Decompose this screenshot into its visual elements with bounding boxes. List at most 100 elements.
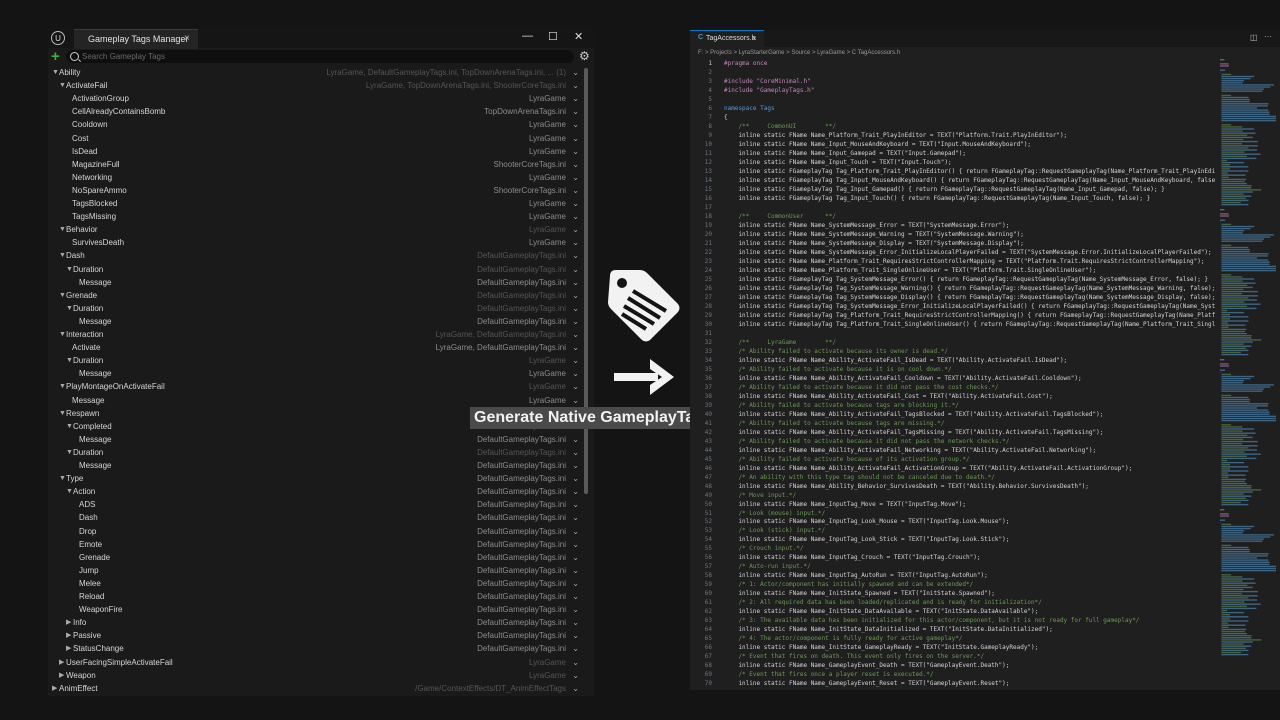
tree-row[interactable]: ▼ Duration DefaultGameplayTags.ini ⌄ <box>48 263 582 276</box>
minimap[interactable] <box>1218 59 1278 690</box>
chevron-down-icon[interactable]: ⌄ <box>572 564 579 577</box>
chevron-down-icon[interactable]: ⌄ <box>572 485 579 498</box>
tree-row[interactable]: ▼ Duration DefaultGameplayTags.ini ⌄ <box>48 302 582 315</box>
chevron-down-icon[interactable]: ⌄ <box>572 210 579 223</box>
chevron-down-icon[interactable]: ⌄ <box>572 263 579 276</box>
close-tab-icon[interactable]: × <box>184 33 190 44</box>
tree-row[interactable]: ▼ Dash DefaultGameplayTags.ini ⌄ <box>48 249 582 262</box>
chevron-down-icon[interactable]: ⌄ <box>572 446 579 459</box>
chevron-down-icon[interactable]: ⌄ <box>572 616 579 629</box>
tree-row[interactable]: CellAlreadyContainsBomb TopDownArenaTags.… <box>48 105 582 118</box>
expand-arrow-icon[interactable]: ▼ <box>59 407 66 420</box>
collapse-arrow-icon[interactable]: ▶ <box>66 629 71 642</box>
chevron-down-icon[interactable]: ⌄ <box>572 367 579 380</box>
tree-row[interactable]: Message DefaultGameplayTags.ini ⌄ <box>48 459 582 472</box>
tree-row[interactable]: Message DefaultGameplayTags.ini ⌄ <box>48 276 582 289</box>
tree-row[interactable]: Dash DefaultGameplayTags.ini ⌄ <box>48 511 582 524</box>
chevron-down-icon[interactable]: ⌄ <box>572 197 579 210</box>
chevron-down-icon[interactable]: ⌄ <box>572 642 579 655</box>
tree-row[interactable]: ▼ Behavior LyraGame ⌄ <box>48 223 582 236</box>
collapse-arrow-icon[interactable]: ▶ <box>59 656 64 669</box>
chevron-down-icon[interactable]: ⌄ <box>572 289 579 302</box>
chevron-down-icon[interactable]: ⌄ <box>572 380 579 393</box>
tree-row[interactable]: Networking LyraGame ⌄ <box>48 171 582 184</box>
chevron-down-icon[interactable]: ⌄ <box>572 223 579 236</box>
tree-row[interactable]: MagazineFull ShooterCoreTags.ini ⌄ <box>48 158 582 171</box>
chevron-down-icon[interactable]: ⌄ <box>572 669 579 682</box>
tree-row[interactable]: ActivationGroup LyraGame ⌄ <box>48 92 582 105</box>
chevron-down-icon[interactable]: ⌄ <box>572 145 579 158</box>
chevron-down-icon[interactable]: ⌄ <box>572 603 579 616</box>
chevron-down-icon[interactable]: ⌄ <box>572 92 579 105</box>
close-window-button[interactable]: ✕ <box>574 30 583 43</box>
chevron-down-icon[interactable]: ⌄ <box>572 118 579 131</box>
chevron-down-icon[interactable]: ⌄ <box>572 341 579 354</box>
tree-row[interactable]: WeaponFire DefaultGameplayTags.ini ⌄ <box>48 603 582 616</box>
chevron-down-icon[interactable]: ⌄ <box>572 498 579 511</box>
tree-row[interactable]: ▶ AnimEffect/Game/ContextEffects/DT_AnimE… <box>48 682 582 695</box>
chevron-down-icon[interactable]: ⌄ <box>572 249 579 262</box>
chevron-down-icon[interactable]: ⌄ <box>572 184 579 197</box>
tree-row[interactable]: Jump DefaultGameplayTags.ini ⌄ <box>48 564 582 577</box>
tree-row[interactable]: Message DefaultGameplayTags.ini ⌄ <box>48 433 582 446</box>
tree-row[interactable]: ▼ Interaction LyraGame, DefaultGameplayTag… <box>48 328 582 341</box>
tab-tagaccessors-h[interactable]: C TagAccessors.h × <box>690 30 764 48</box>
expand-arrow-icon[interactable]: ▼ <box>66 302 73 315</box>
tree-row[interactable]: SurvivesDeath LyraGame ⌄ <box>48 236 582 249</box>
tree-row[interactable]: ▶ StatusChange DefaultGameplayTags.ini ⌄ <box>48 642 582 655</box>
chevron-down-icon[interactable]: ⌄ <box>572 302 579 315</box>
expand-arrow-icon[interactable]: ▼ <box>66 263 73 276</box>
chevron-down-icon[interactable]: ⌄ <box>572 276 579 289</box>
minimize-button[interactable]: — <box>522 30 533 42</box>
chevron-down-icon[interactable]: ⌄ <box>572 472 579 485</box>
tree-row[interactable]: Reload DefaultGameplayTags.ini ⌄ <box>48 590 582 603</box>
tree-row[interactable]: ▼ Duration DefaultGameplayTags.ini ⌄ <box>48 446 582 459</box>
chevron-down-icon[interactable]: ⌄ <box>572 66 579 79</box>
tree-row[interactable]: NoSpareAmmo ShooterCoreTags.ini ⌄ <box>48 184 582 197</box>
tree-row[interactable]: ▼ Ability LyraGame, DefaultGameplayTags.in… <box>48 66 582 79</box>
tree-row[interactable]: ▶ Info DefaultGameplayTags.ini ⌄ <box>48 616 582 629</box>
chevron-down-icon[interactable]: ⌄ <box>572 132 579 145</box>
expand-arrow-icon[interactable]: ▼ <box>66 485 73 498</box>
tree-row[interactable]: Cost LyraGame ⌄ <box>48 132 582 145</box>
expand-arrow-icon[interactable]: ▼ <box>59 328 66 341</box>
tree-row[interactable]: ▼ Action DefaultGameplayTags.ini ⌄ <box>48 485 582 498</box>
scrollbar[interactable] <box>584 68 588 494</box>
chevron-down-icon[interactable]: ⌄ <box>572 459 579 472</box>
tree-row[interactable]: ▼ Grenade DefaultGameplayTags.ini ⌄ <box>48 289 582 302</box>
expand-arrow-icon[interactable]: ▼ <box>59 223 66 236</box>
expand-arrow-icon[interactable]: ▼ <box>59 472 66 485</box>
more-actions-icon[interactable]: ··· <box>1264 32 1272 41</box>
tree-row[interactable]: Cooldown LyraGame ⌄ <box>48 118 582 131</box>
search-box[interactable] <box>66 50 574 63</box>
chevron-down-icon[interactable]: ⌄ <box>572 525 579 538</box>
chevron-down-icon[interactable]: ⌄ <box>572 394 579 407</box>
chevron-down-icon[interactable]: ⌄ <box>572 354 579 367</box>
code-area[interactable]: 1 #pragma once 2 3 #include "CoreMinimal.h" 4… <box>690 59 1215 690</box>
expand-arrow-icon[interactable]: ▼ <box>66 354 73 367</box>
tree-row[interactable]: Melee DefaultGameplayTags.ini ⌄ <box>48 577 582 590</box>
tree-row[interactable]: ▶ Weapon LyraGame ⌄ <box>48 669 582 682</box>
expand-arrow-icon[interactable]: ▼ <box>59 79 66 92</box>
chevron-down-icon[interactable]: ⌄ <box>572 656 579 669</box>
chevron-down-icon[interactable]: ⌄ <box>572 538 579 551</box>
expand-arrow-icon[interactable]: ▼ <box>52 66 59 79</box>
tree-row[interactable]: ▼ Duration LyraGame ⌄ <box>48 354 582 367</box>
search-input[interactable] <box>82 50 562 63</box>
tree-row[interactable]: ▶ Passive DefaultGameplayTags.ini ⌄ <box>48 629 582 642</box>
tree-row[interactable]: ▼ ActivateFail LyraGame, TopDownArenaTags.… <box>48 79 582 92</box>
split-editor-icon[interactable]: ◫ <box>1250 33 1258 42</box>
chevron-down-icon[interactable]: ⌄ <box>572 551 579 564</box>
tree-row[interactable]: Message LyraGame ⌄ <box>48 367 582 380</box>
collapse-arrow-icon[interactable]: ▶ <box>59 669 64 682</box>
collapse-arrow-icon[interactable]: ▶ <box>52 682 57 695</box>
tree-row[interactable]: TagsBlocked LyraGame ⌄ <box>48 197 582 210</box>
close-tab-icon[interactable]: × <box>752 34 757 43</box>
tree-row[interactable]: ▼ PlayMontageOnActivateFail LyraGame ⌄ <box>48 380 582 393</box>
chevron-down-icon[interactable]: ⌄ <box>572 171 579 184</box>
chevron-down-icon[interactable]: ⌄ <box>572 511 579 524</box>
chevron-down-icon[interactable]: ⌄ <box>572 236 579 249</box>
tree-row[interactable]: ▼ Type DefaultGameplayTags.ini ⌄ <box>48 472 582 485</box>
chevron-down-icon[interactable]: ⌄ <box>572 590 579 603</box>
tab-gameplay-tags-manager[interactable]: Gameplay Tags Manager × <box>74 29 198 49</box>
